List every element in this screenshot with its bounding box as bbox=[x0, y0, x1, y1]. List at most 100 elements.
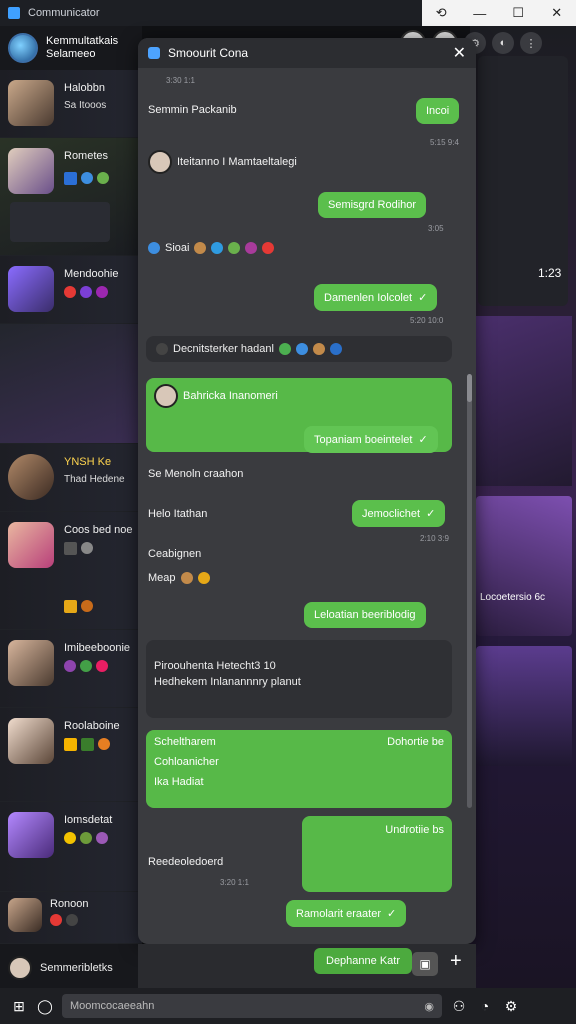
badge-icon bbox=[81, 172, 93, 184]
art-panel bbox=[476, 496, 572, 636]
contact-item[interactable]: Imibeeboonie bbox=[0, 630, 142, 708]
badge-icon bbox=[80, 286, 92, 298]
app-logo-icon[interactable] bbox=[8, 33, 38, 63]
message-bubble-outgoing[interactable]: Semisgrd Rodihor bbox=[318, 192, 427, 218]
message-text: Meap bbox=[148, 572, 210, 584]
maximize-button[interactable]: ☐ bbox=[499, 0, 538, 26]
badge-icon bbox=[64, 600, 77, 613]
message-bubble-outgoing[interactable]: Ramolarit eraater ✓ bbox=[286, 900, 407, 927]
contact-name: Ronoon bbox=[50, 898, 89, 910]
contact-avatar bbox=[8, 148, 54, 194]
scrollbar[interactable] bbox=[467, 378, 472, 808]
contact-item[interactable]: Halobbn Sa Itooos bbox=[0, 70, 142, 138]
contact-item[interactable]: YNSH Ke Thad Hedene bbox=[0, 444, 142, 512]
mic-icon[interactable]: ◉ bbox=[424, 1000, 434, 1013]
reaction-icon[interactable] bbox=[262, 242, 275, 254]
card-subtitle: Hedhekem Inlanannnry planut bbox=[154, 676, 301, 688]
message-bubble-outgoing[interactable]: Leloatian beeriblodig bbox=[304, 602, 426, 628]
card-title: Piroouhenta Hetecht3 10 bbox=[154, 660, 276, 672]
reaction-icon[interactable] bbox=[194, 242, 207, 254]
contact-avatar bbox=[8, 266, 54, 312]
card-row: Ika Hadiat bbox=[154, 776, 204, 788]
contact-avatar bbox=[8, 80, 54, 126]
game-icon bbox=[156, 343, 168, 355]
contact-badges bbox=[64, 600, 93, 613]
more-icon[interactable]: ⋮ bbox=[520, 32, 542, 54]
badge-icon bbox=[64, 542, 77, 555]
minimize-button[interactable]: — bbox=[461, 0, 500, 26]
contact-badges bbox=[64, 660, 108, 672]
contact-item[interactable]: Rometes bbox=[0, 138, 142, 256]
read-check-icon: ✓ bbox=[426, 508, 436, 520]
badge-icon bbox=[50, 914, 62, 926]
sidebar-bottom-label: Semmeribletks bbox=[40, 962, 113, 974]
art-overlay-text: Locoetersio 6c bbox=[480, 592, 546, 603]
chat-header: Smoourit Cona ✕ bbox=[138, 38, 476, 68]
network-icon[interactable]: ⚇ bbox=[450, 997, 468, 1015]
badge-icon bbox=[96, 832, 108, 844]
game-art-thumb bbox=[0, 324, 142, 444]
close-icon[interactable]: ✕ bbox=[453, 43, 466, 63]
add-icon[interactable]: + bbox=[450, 950, 462, 973]
start-icon[interactable]: ⊞ bbox=[10, 997, 28, 1015]
message-text: Ceabignen bbox=[148, 548, 202, 560]
window-controls: ⟲ — ☐ ✕ bbox=[422, 0, 576, 26]
message-bubble-incoming[interactable]: Decnitsterker hadanl bbox=[146, 336, 452, 362]
contact-item[interactable]: Roolaboine bbox=[0, 708, 142, 802]
timestamp: 5:15 9:4 bbox=[430, 138, 459, 147]
taskbar-search[interactable]: Moomcocaeeahn ◉ bbox=[62, 994, 442, 1018]
contact-name: Rometes bbox=[64, 150, 109, 162]
reaction-icon[interactable] bbox=[148, 242, 160, 254]
contact-name: Roolaboine bbox=[64, 720, 120, 732]
contact-name: Mendoohie bbox=[64, 268, 119, 280]
contact-avatar bbox=[8, 640, 54, 686]
message-bubble-outgoing[interactable]: Topaniam boeintelet ✓ bbox=[304, 426, 438, 453]
reaction-icon bbox=[180, 572, 193, 584]
contact-item[interactable]: Iomsdetat bbox=[0, 802, 142, 892]
message-bubble-outgoing[interactable]: Undrotiie bs bbox=[302, 816, 452, 892]
contact-avatar bbox=[8, 898, 42, 932]
art-number: 1:23 bbox=[538, 266, 562, 280]
contact-preview: Sa Itooos bbox=[64, 100, 107, 111]
refresh-button[interactable]: ⟲ bbox=[422, 0, 461, 26]
reaction-icon[interactable] bbox=[211, 242, 224, 254]
badge-icon bbox=[80, 832, 92, 844]
sidebar-app-name: Kemmultatkais Selameeo bbox=[46, 35, 119, 60]
send-message-pill[interactable]: Dephanne Katr bbox=[314, 948, 412, 974]
message-bubble-outgoing[interactable]: Incoi bbox=[416, 98, 460, 124]
contact-item[interactable]: Coos bed noe bbox=[0, 512, 142, 630]
message-text: Se Menoln craahon bbox=[148, 468, 244, 480]
chat-icon[interactable]: ◯ bbox=[36, 997, 54, 1015]
chat-app-icon bbox=[148, 47, 160, 59]
contact-badges bbox=[64, 286, 108, 298]
message-text: Helo Itathan bbox=[148, 508, 208, 520]
settings-icon[interactable]: ⚙ bbox=[502, 997, 520, 1015]
reaction-icon[interactable] bbox=[245, 242, 258, 254]
message-bubble-outgoing[interactable]: Jemoclichet ✓ bbox=[352, 500, 446, 527]
shared-card[interactable]: Piroouhenta Hetecht3 10 Hedhekem Inlanan… bbox=[146, 640, 452, 718]
badge-icon bbox=[80, 660, 92, 672]
message-text: Reedeoledoerd bbox=[148, 856, 224, 868]
user-avatar[interactable] bbox=[8, 956, 32, 980]
attach-icon[interactable]: ▣ bbox=[412, 952, 438, 976]
reaction-icon bbox=[278, 343, 291, 355]
shared-card[interactable]: Scheltharem Dohortie be Cohloanicher Ika… bbox=[146, 730, 452, 808]
contact-preview: Thad Hedene bbox=[64, 474, 125, 485]
read-check-icon: ✓ bbox=[386, 908, 397, 920]
volume-icon[interactable]: ◔ bbox=[476, 997, 494, 1015]
message-bubble-outgoing[interactable]: Damenlen Iolcolet ✓ bbox=[314, 284, 438, 311]
art-panel bbox=[476, 316, 572, 486]
status-icon[interactable]: ◐ bbox=[492, 32, 514, 54]
contact-item[interactable]: Mendoohie bbox=[0, 256, 142, 324]
timestamp: 3:20 1:1 bbox=[220, 878, 249, 887]
reaction-icon[interactable] bbox=[228, 242, 241, 254]
contact-badges bbox=[64, 172, 109, 185]
badge-icon bbox=[64, 832, 76, 844]
contact-item[interactable]: Ronoon bbox=[0, 892, 142, 944]
scroll-thumb[interactable] bbox=[467, 374, 472, 402]
badge-icon bbox=[64, 660, 76, 672]
contact-badges bbox=[64, 542, 93, 555]
close-window-button[interactable]: ✕ bbox=[538, 0, 576, 26]
contact-name: Halobbn bbox=[64, 82, 105, 94]
chat-window: Smoourit Cona ✕ 3:30 1:1 Semmin Packanib… bbox=[138, 38, 476, 944]
